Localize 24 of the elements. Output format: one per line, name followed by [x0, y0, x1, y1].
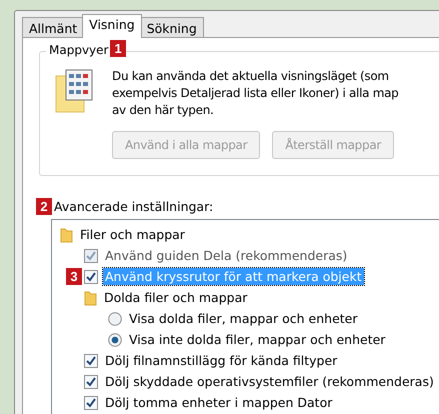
tab[interactable]: Allmänt	[22, 17, 84, 38]
radio-button[interactable]	[108, 312, 122, 326]
checked-checkbox[interactable]	[84, 270, 98, 284]
setting-label[interactable]: Dölj tomma enheter i mappen Dator	[103, 394, 334, 411]
setting-label[interactable]: Dolda filer och mappar	[102, 289, 250, 306]
checked-checkbox[interactable]	[84, 396, 98, 410]
number-badge: 2	[36, 198, 52, 215]
folder-icon	[60, 226, 73, 242]
setting-label[interactable]: Visa inte dolda filer, mappar och enheter	[127, 331, 388, 348]
number-badge: 3	[66, 268, 82, 285]
checked-checkbox[interactable]	[84, 374, 98, 388]
setting-label[interactable]: Visa dolda filer, mappar och enheter	[127, 310, 360, 327]
tab[interactable]: Sökning	[140, 17, 204, 38]
section-label: Avancerade inställningar:	[54, 199, 214, 214]
setting-label[interactable]: Dölj filnamnstillägg för kända filtyper	[103, 352, 340, 369]
setting-label[interactable]: Dölj skyddade operativsystemfiler (rekommenderas)	[103, 373, 436, 390]
tab[interactable]: Visning	[82, 14, 142, 38]
setting-label[interactable]: Filer och mappar	[78, 226, 187, 243]
checked-checkbox[interactable]	[84, 354, 98, 368]
description-text: Du kan använda det aktuella visningsläget (som exempelvis Detaljerad lista eller Ikoner) i alla map av den här typen.	[112, 68, 398, 119]
folder-icon	[84, 290, 97, 306]
group-title: Mappvyer	[46, 43, 112, 57]
number-badge: 1	[110, 40, 126, 57]
selected-radio-button[interactable]	[108, 332, 122, 346]
